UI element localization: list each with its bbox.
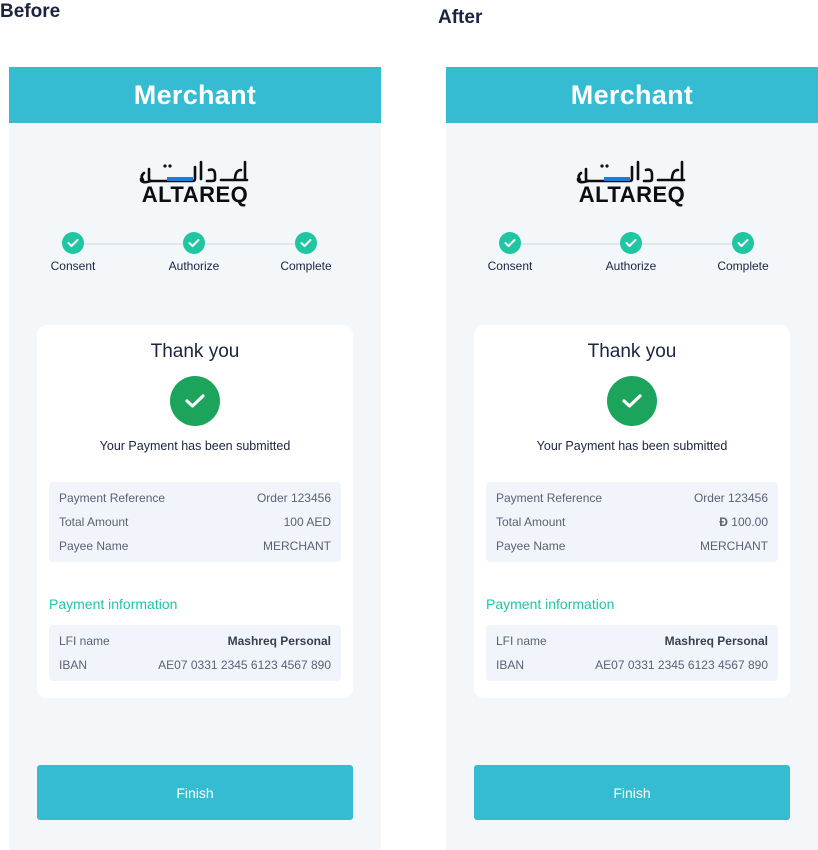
logo-wordmark: ALTAREQ: [578, 182, 686, 207]
thank-you-heading: Thank you: [150, 341, 240, 362]
after-label: After: [438, 7, 483, 28]
row-value: MERCHANT: [263, 539, 331, 553]
row-label: Total Amount: [496, 515, 566, 529]
step-label: Consent: [487, 259, 533, 273]
row-label: Payment Reference: [496, 491, 603, 505]
info-row: IBAN AE07 0331 2345 6123 4567 890: [59, 653, 331, 677]
payment-info-box: LFI name Mashreq Personal IBAN AE07 0331 2…: [49, 625, 341, 681]
row-label: Total Amount: [59, 515, 129, 529]
info-row: IBAN AE07 0331 2345 6123 4567 890: [496, 653, 768, 677]
check-circle-icon: [295, 232, 317, 254]
altareq-logo: ALTAREQ: [9, 160, 381, 206]
row-label: Payment Reference: [59, 491, 166, 505]
merchant-header: Merchant: [446, 67, 818, 123]
amount-value: 100.00: [731, 515, 768, 529]
summary-row: Payment Reference Order 123456: [59, 486, 331, 510]
submitted-message: Your Payment has been submitted: [536, 439, 728, 453]
row-value: Mashreq Personal: [227, 634, 331, 648]
row-label: IBAN: [496, 658, 525, 672]
row-label: LFI name: [496, 634, 547, 648]
arabic-logo-icon: [139, 160, 249, 184]
summary-row: Payee Name MERCHANT: [496, 534, 768, 558]
finish-button[interactable]: Finish: [474, 765, 790, 820]
header-title: Merchant: [570, 79, 694, 110]
before-screen: Merchant ALTAREQ Consent Authorize Compl…: [9, 67, 381, 850]
row-value: Order 123456: [693, 491, 768, 505]
after-screen: Merchant ALTAREQ Consent Authorize Compl…: [446, 67, 818, 850]
step-label: Authorize: [168, 259, 220, 273]
info-row: LFI name Mashreq Personal: [496, 629, 768, 653]
check-circle-icon: [499, 232, 521, 254]
before-label: Before: [0, 1, 61, 22]
step-label: Complete: [280, 259, 332, 273]
summary-row: Total Amount Đ 100.00: [496, 510, 768, 534]
payment-summary: Payment Reference Order 123456 Total Amou…: [486, 482, 778, 562]
row-value: Order 123456: [256, 491, 331, 505]
logo-wordmark: ALTAREQ: [141, 182, 249, 207]
payment-info-title: Payment information: [486, 596, 615, 612]
info-row: LFI name Mashreq Personal: [59, 629, 331, 653]
summary-row: Payee Name MERCHANT: [59, 534, 331, 558]
summary-row: Payment Reference Order 123456: [496, 486, 768, 510]
row-value: Mashreq Personal: [664, 634, 768, 648]
confirmation-card: Thank you Your Payment has been submitte…: [37, 325, 353, 698]
row-label: Payee Name: [59, 539, 129, 553]
progress-stepper: Consent Authorize Complete: [9, 232, 381, 282]
step-label: Complete: [717, 259, 769, 273]
submitted-message: Your Payment has been submitted: [99, 439, 291, 453]
payment-info-box: LFI name Mashreq Personal IBAN AE07 0331 2…: [486, 625, 778, 681]
step-complete: Complete: [261, 232, 351, 273]
payment-info-title: Payment information: [49, 596, 178, 612]
check-circle-icon: [620, 232, 642, 254]
row-value: AE07 0331 2345 6123 4567 890: [158, 658, 331, 672]
header-title: Merchant: [133, 79, 257, 110]
row-value: 100 AED: [283, 515, 331, 529]
success-check-icon: [607, 376, 657, 426]
step-label: Consent: [50, 259, 96, 273]
row-value: MERCHANT: [700, 539, 768, 553]
summary-row: Total Amount 100 AED: [59, 510, 331, 534]
step-label: Authorize: [605, 259, 657, 273]
arabic-logo-icon: [576, 160, 686, 184]
step-complete: Complete: [698, 232, 788, 273]
row-label: Payee Name: [496, 539, 566, 553]
dirham-currency-icon: Đ: [719, 515, 728, 529]
check-circle-icon: [183, 232, 205, 254]
step-consent: Consent: [465, 232, 555, 273]
success-check-icon: [170, 376, 220, 426]
confirmation-card: Thank you Your Payment has been submitte…: [474, 325, 790, 698]
altareq-logo: ALTAREQ: [446, 160, 818, 206]
thank-you-heading: Thank you: [587, 341, 677, 362]
finish-button[interactable]: Finish: [37, 765, 353, 820]
progress-stepper: Consent Authorize Complete: [446, 232, 818, 282]
payment-summary: Payment Reference Order 123456 Total Amou…: [49, 482, 341, 562]
check-circle-icon: [62, 232, 84, 254]
row-label: IBAN: [59, 658, 88, 672]
check-circle-icon: [732, 232, 754, 254]
merchant-header: Merchant: [9, 67, 381, 123]
row-label: LFI name: [59, 634, 110, 648]
row-value: AE07 0331 2345 6123 4567 890: [595, 658, 768, 672]
step-authorize: Authorize: [149, 232, 239, 273]
row-value-amount: Đ 100.00: [719, 515, 768, 529]
step-consent: Consent: [28, 232, 118, 273]
step-authorize: Authorize: [586, 232, 676, 273]
